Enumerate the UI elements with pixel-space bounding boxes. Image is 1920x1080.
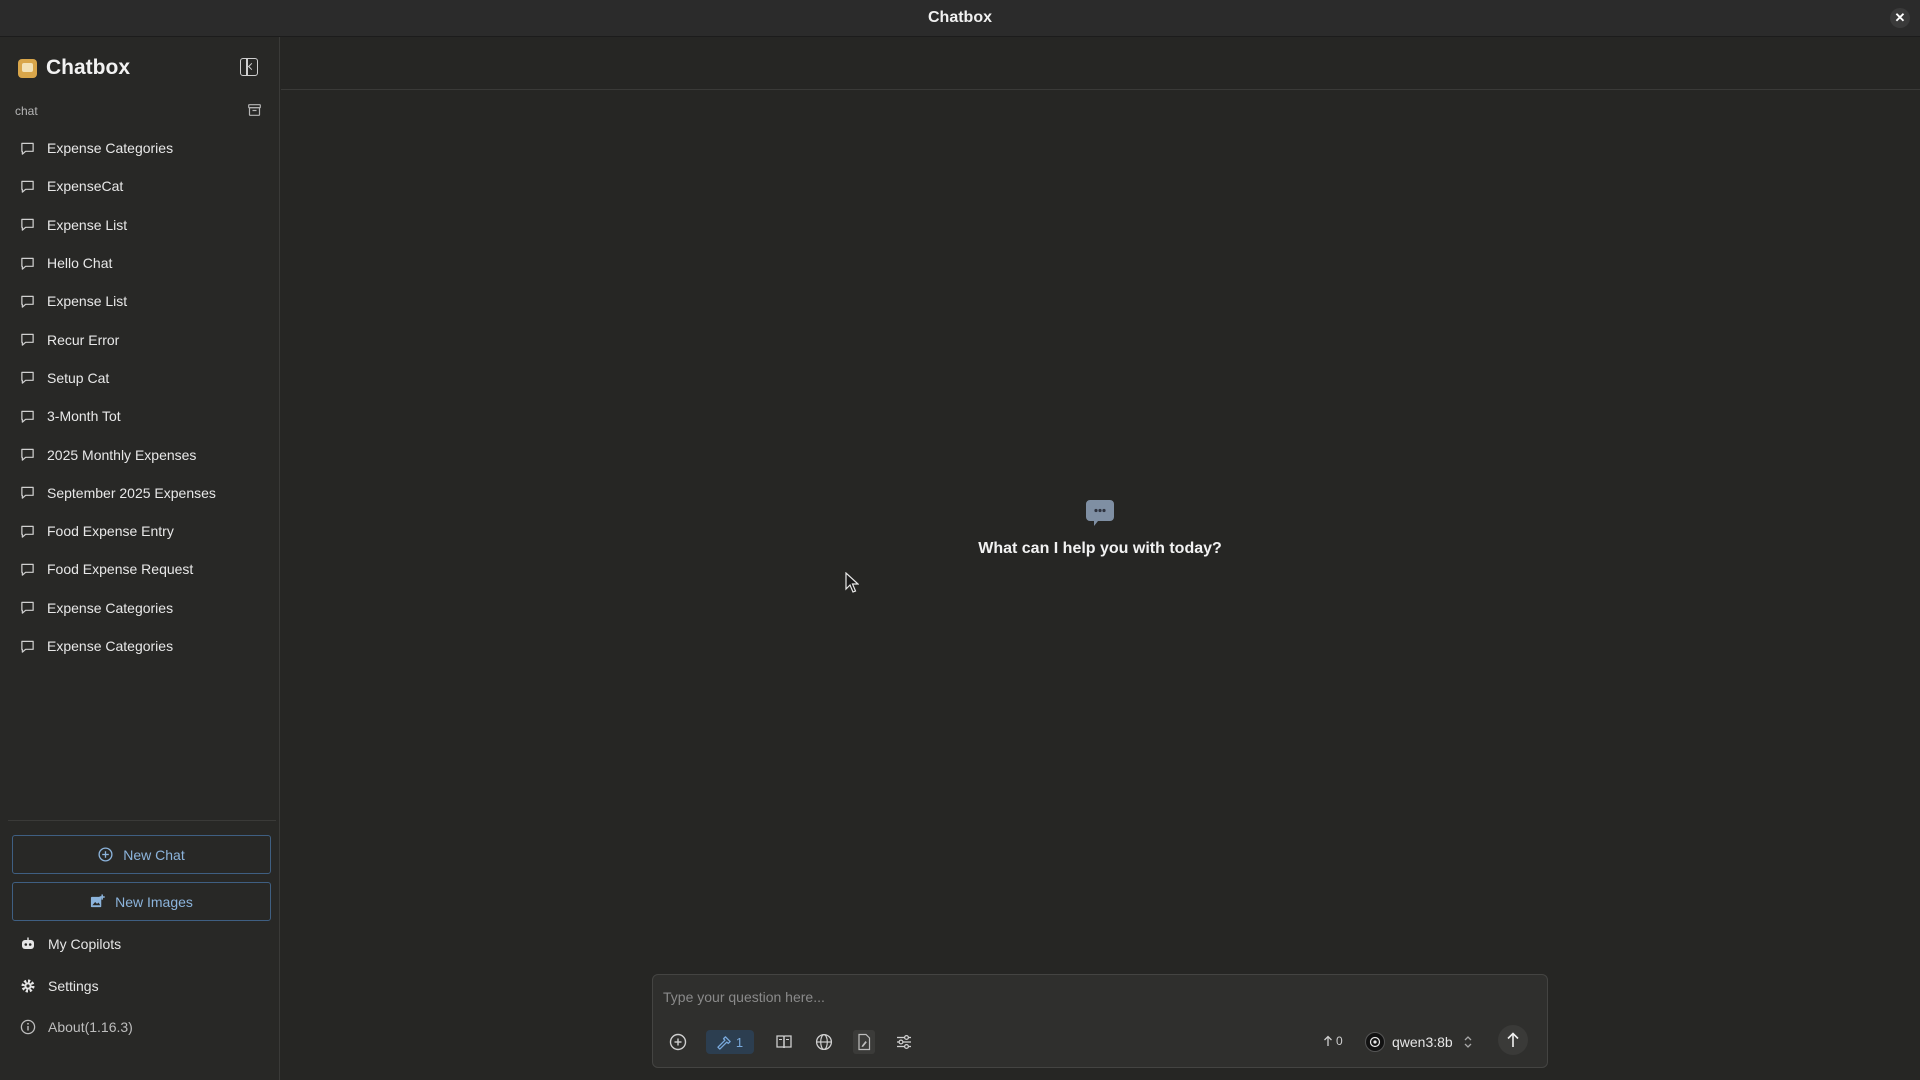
new-chat-label: New Chat <box>123 846 185 863</box>
chat-list-item[interactable]: Food Expense Entry <box>0 512 280 550</box>
chat-title: Expense List <box>47 216 128 233</box>
chat-list-item[interactable]: Expense Categories <box>0 589 280 627</box>
new-images-button[interactable]: New Images <box>12 882 271 921</box>
attach-button[interactable] <box>667 1030 689 1054</box>
chat-list-item[interactable]: Recur Error <box>0 320 280 358</box>
plus-circle-icon <box>669 1033 687 1051</box>
ollama-icon <box>1369 1036 1381 1048</box>
my-copilots-label: My Copilots <box>48 936 122 952</box>
message-icon <box>21 372 34 385</box>
chat-title: September 2025 Expenses <box>47 484 216 501</box>
chatbox-logo-icon <box>18 58 37 78</box>
message-composer: 1 <box>652 974 1548 1068</box>
mcp-count: 1 <box>735 1034 744 1050</box>
chat-title: ExpenseCat <box>47 178 124 195</box>
chat-title: 3-Month Tot <box>47 408 121 425</box>
chat-title: Expense Categories <box>47 140 174 157</box>
chat-list-item[interactable]: Food Expense Request <box>0 550 280 588</box>
chat-list: Expense Categories ExpenseCat Expense List… <box>0 129 280 665</box>
settings-link[interactable]: Settings <box>20 978 99 994</box>
chevron-updown-icon <box>1464 1036 1472 1048</box>
message-icon <box>21 295 34 308</box>
chat-list-item[interactable]: Expense List <box>0 206 280 244</box>
window-title: Chatbox <box>928 9 992 26</box>
robot-icon <box>22 937 34 949</box>
message-icon <box>21 218 34 231</box>
chat-title: Food Expense Request <box>47 561 194 578</box>
token-counter: 0 <box>1323 1034 1343 1048</box>
settings-label: Settings <box>48 978 99 994</box>
chat-title: Food Expense Entry <box>47 523 174 540</box>
archive-icon[interactable] <box>248 104 261 116</box>
chat-title: 2025 Monthly Expenses <box>47 446 197 463</box>
brand-name: Chatbox <box>46 56 130 79</box>
close-icon[interactable]: ✕ <box>1890 8 1910 28</box>
chat-title: Expense Categories <box>47 638 174 654</box>
message-icon <box>21 333 34 346</box>
book-icon <box>776 1035 792 1049</box>
chat-title: Recur Error <box>47 331 120 348</box>
window-titlebar: Chatbox ✕ <box>0 0 1920 37</box>
message-icon <box>21 448 34 461</box>
mcp-tools-button[interactable]: 1 <box>706 1030 754 1054</box>
about-link[interactable]: About(1.16.3) <box>20 1019 133 1035</box>
chat-list-item[interactable]: 2025 Monthly Expenses <box>0 435 280 473</box>
send-button[interactable] <box>1498 1025 1528 1055</box>
empty-state: What can I help you with today? <box>940 497 1260 558</box>
message-icon <box>21 410 34 423</box>
chat-list-item[interactable]: Setup Cat <box>0 359 280 397</box>
model-selector[interactable]: qwen3:8b <box>1365 1030 1473 1054</box>
sliders-icon <box>897 1034 911 1050</box>
message-icon <box>21 180 34 193</box>
document-icon <box>858 1033 871 1051</box>
chat-title: Expense Categories <box>47 599 174 616</box>
gear-icon <box>21 979 35 993</box>
web-search-button[interactable] <box>813 1030 835 1054</box>
message-input[interactable] <box>663 987 1523 1007</box>
new-chat-button[interactable]: New Chat <box>12 835 271 874</box>
arrow-up-icon <box>1324 1035 1332 1046</box>
globe-icon <box>815 1033 833 1051</box>
chat-list-item[interactable]: September 2025 Expenses <box>0 474 280 512</box>
sidebar: Chatbox chat Expense Categories ExpenseCa… <box>0 37 280 1080</box>
brand: Chatbox <box>18 56 130 80</box>
add-image-icon <box>91 894 105 908</box>
collapse-sidebar-icon[interactable] <box>240 58 258 76</box>
model-name: qwen3:8b <box>1392 1034 1453 1050</box>
model-provider-icon <box>1365 1032 1385 1052</box>
chat-title: Expense List <box>47 293 128 310</box>
my-copilots-link[interactable]: My Copilots <box>20 936 121 952</box>
token-count: 0 <box>1336 1034 1343 1048</box>
info-icon <box>20 1019 36 1035</box>
chat-bubble-icon <box>1086 500 1114 526</box>
chat-list-item[interactable]: Hello Chat <box>0 244 280 282</box>
empty-prompt: What can I help you with today? <box>978 540 1222 557</box>
file-button[interactable] <box>853 1030 875 1054</box>
arrow-up-icon <box>1507 1032 1519 1047</box>
new-images-label: New Images <box>115 893 193 910</box>
chat-title: Hello Chat <box>47 255 113 272</box>
mouse-cursor-icon <box>845 572 859 593</box>
chat-settings-button[interactable] <box>893 1030 915 1054</box>
main-header-divider <box>281 89 1920 90</box>
knowledge-base-button[interactable] <box>773 1030 795 1054</box>
chat-list-item[interactable]: Expense Categories <box>0 129 280 167</box>
message-icon <box>21 142 34 155</box>
message-icon <box>21 487 34 500</box>
chat-list-item[interactable]: Expense List <box>0 282 280 320</box>
plus-circle-icon <box>98 847 113 862</box>
message-icon <box>21 525 34 538</box>
divider <box>8 820 276 821</box>
message-icon <box>21 563 34 576</box>
chat-list-item[interactable]: Expense Categories <box>0 627 280 665</box>
about-label: About(1.16.3) <box>48 1019 133 1035</box>
chat-list-item[interactable]: ExpenseCat <box>0 167 280 205</box>
section-label: chat <box>15 104 38 118</box>
chat-list-item[interactable]: 3-Month Tot <box>0 397 280 435</box>
message-icon <box>21 257 34 270</box>
hammer-icon <box>717 1035 731 1050</box>
chat-title: Setup Cat <box>47 369 110 386</box>
message-icon <box>21 640 34 653</box>
message-icon <box>21 601 34 614</box>
